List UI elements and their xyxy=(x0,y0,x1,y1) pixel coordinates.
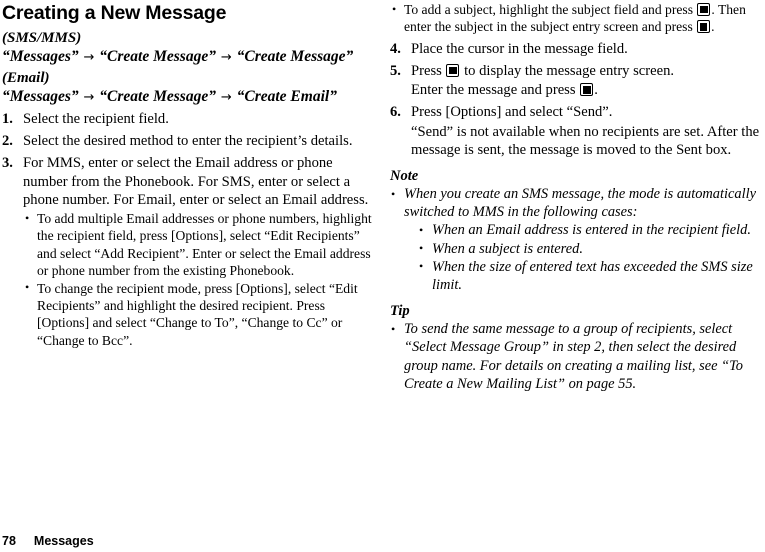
step-item: 6. Press [Options] and select “Send”. “S… xyxy=(390,103,765,159)
procedure-steps-left: 1. Select the recipient field. 2. Select… xyxy=(2,110,377,349)
breadcrumb-part-2: “Create Message” xyxy=(99,48,216,65)
bullet-text-part-1: To add a subject, highlight the subject … xyxy=(404,2,697,17)
breadcrumb-email: “Messages” → “Create Message” → “Create … xyxy=(2,88,377,106)
step-number: 2. xyxy=(2,133,13,150)
step-number: 6. xyxy=(390,104,401,121)
bullet-item: To change the recipient mode, press [Opt… xyxy=(23,279,377,350)
step-text-part-2: to display the message entry screen. xyxy=(460,63,675,80)
step-bullet-list: To add multiple Email addresses or phone… xyxy=(23,210,377,349)
tip-bullet-item: To send the same message to a group of r… xyxy=(390,320,765,393)
step-text: For MMS, enter or select the Email addre… xyxy=(23,155,369,208)
note-subbullet-item: When an Email address is entered in the … xyxy=(417,221,765,239)
step-text: Press to display the message entry scree… xyxy=(411,62,765,80)
arrow-icon: → xyxy=(83,90,95,105)
step-text: Select the desired method to enter the r… xyxy=(23,133,353,150)
step-extra-text: Enter the message and press . xyxy=(411,81,765,99)
note-subbullet-item: When the size of entered text has exceed… xyxy=(417,257,765,294)
step-number: 3. xyxy=(2,155,13,172)
bullet-text-part-3: . xyxy=(711,19,715,35)
center-select-key-icon xyxy=(580,83,594,97)
bullet-item: To add multiple Email addresses or phone… xyxy=(23,210,377,280)
step-extra-part-2: . xyxy=(594,82,598,99)
procedure-steps-right: 4. Place the cursor in the message field… xyxy=(390,40,765,159)
mode-label-sms-mms: (SMS/MMS) xyxy=(2,30,82,46)
breadcrumb-part-2: “Create Message” xyxy=(99,88,216,105)
step-text: Select the recipient field. xyxy=(23,111,169,127)
step-item: 3. For MMS, enter or select the Email ad… xyxy=(2,154,377,349)
manual-page: Creating a New Message (SMS/MMS) “Messag… xyxy=(0,0,765,552)
note-heading: Note xyxy=(390,168,419,185)
tip-bullet-list: To send the same message to a group of r… xyxy=(390,320,765,393)
breadcrumb-part-1: “Messages” xyxy=(2,88,79,105)
step-item: 4. Place the cursor in the message field… xyxy=(390,40,765,58)
tip-heading: Tip xyxy=(390,303,410,320)
arrow-icon: → xyxy=(220,90,232,105)
step-extra-part-1: Enter the message and press xyxy=(411,82,580,99)
center-select-key-icon xyxy=(446,64,460,78)
bullet-item-subject: To add a subject, highlight the subject … xyxy=(390,1,765,36)
note-bullet-item: When you create an SMS message, the mode… xyxy=(390,185,765,294)
step-item: 1. Select the recipient field. xyxy=(2,110,377,128)
center-select-key-icon xyxy=(697,20,711,34)
breadcrumb-part-3: “Create Message” xyxy=(236,48,354,65)
right-column: To add a subject, highlight the subject … xyxy=(390,0,765,393)
footer-section-name: Messages xyxy=(33,534,94,548)
step-number: 5. xyxy=(390,63,401,80)
step-number: 4. xyxy=(390,40,401,57)
page-footer: 78 Messages xyxy=(2,534,94,549)
step-item: 5. Press to display the message entry sc… xyxy=(390,62,765,99)
step-text: Place the cursor in the message field. xyxy=(411,40,628,57)
step-text-part-1: Press xyxy=(411,63,446,80)
breadcrumb-part-1: “Messages” xyxy=(2,48,79,65)
breadcrumb-part-3: “Create Email” xyxy=(236,88,337,105)
mode-label-email: (Email) xyxy=(2,70,50,86)
step-item: 2. Select the desired method to enter th… xyxy=(2,132,377,150)
arrow-icon: → xyxy=(83,50,95,65)
note-bullet-text: When you create an SMS message, the mode… xyxy=(404,186,756,221)
breadcrumb-sms-mms: “Messages” → “Create Message” → “Create … xyxy=(2,48,377,66)
left-column: Creating a New Message (SMS/MMS) “Messag… xyxy=(2,0,377,349)
note-subbullet-item: When a subject is entered. xyxy=(417,239,765,258)
step-number: 1. xyxy=(2,111,13,127)
step-text: Press [Options] and select “Send”. xyxy=(411,104,613,121)
note-subbullet-list: When an Email address is entered in the … xyxy=(404,221,765,294)
continued-bullet-list: To add a subject, highlight the subject … xyxy=(390,1,765,36)
page-title: Creating a New Message xyxy=(2,2,227,24)
note-bullet-list: When you create an SMS message, the mode… xyxy=(390,185,765,294)
center-select-key-icon xyxy=(697,3,711,16)
arrow-icon: → xyxy=(220,50,232,65)
footer-page-number: 78 xyxy=(2,534,16,548)
step-extra-text: “Send” is not available when no recipien… xyxy=(411,123,760,158)
